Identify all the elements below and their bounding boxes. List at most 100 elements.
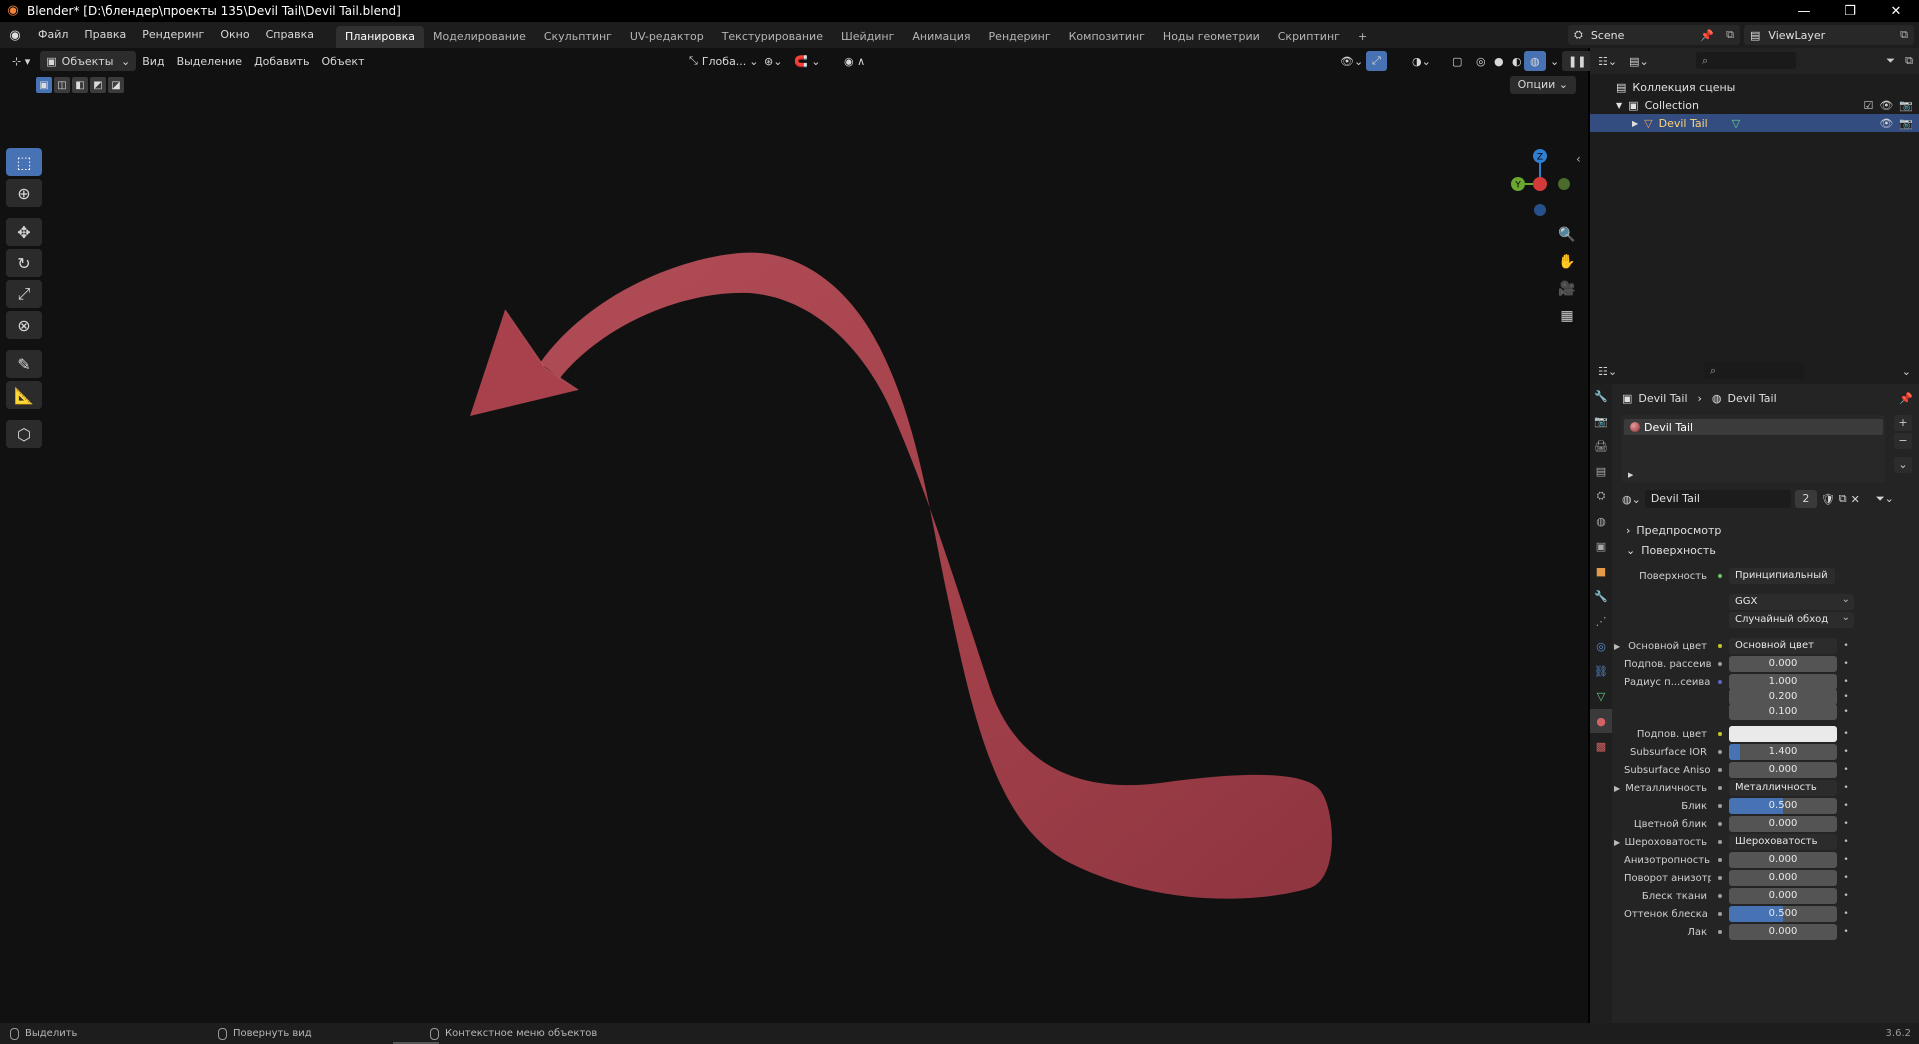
tool-tab-icon[interactable]: 🔧 [1590, 384, 1612, 408]
bsdf-input-field[interactable]: 0.000 [1729, 870, 1837, 886]
chevron-right-icon[interactable]: ▶ [1628, 471, 1633, 479]
editor-type-button[interactable]: ⊹ ▾ [6, 51, 36, 71]
bsdf-input-field[interactable]: 0.500 [1729, 798, 1837, 814]
collection-tab-icon[interactable]: ▣ [1590, 534, 1612, 558]
constraints-tab-icon[interactable]: ⛓ [1590, 659, 1612, 683]
output-tab-icon[interactable]: 🖨 [1590, 434, 1612, 458]
keyframe-dot-icon[interactable]: • [1841, 783, 1851, 793]
xray-toggle[interactable]: ▢ [1446, 51, 1468, 71]
input-socket-icon[interactable] [1715, 729, 1725, 739]
tab-geometry-nodes[interactable]: Ноды геометрии [1154, 26, 1269, 48]
new-view-layer-icon[interactable]: ⧉ [1900, 28, 1908, 42]
outliner-row-collection[interactable]: ▼ ▣ Collection ☑ 👁 📷 [1590, 96, 1919, 114]
camera-icon[interactable]: 🎥 [1555, 277, 1579, 301]
bsdf-input-field[interactable]: 0.000 [1729, 852, 1837, 868]
snap-button[interactable]: 🧲 ⌄ [788, 51, 826, 71]
bsdf-input-field[interactable]: 1.000 [1729, 674, 1837, 690]
keyframe-dot-icon[interactable]: • [1841, 801, 1851, 811]
maximize-button[interactable]: ❐ [1827, 0, 1873, 22]
tab-sculpting[interactable]: Скульптинг [535, 26, 621, 48]
rotate-icon[interactable]: ↻ [6, 249, 42, 277]
bsdf-input-field[interactable]: Металличность [1729, 780, 1837, 796]
tab-scripting[interactable]: Скриптинг [1269, 26, 1349, 48]
pin-icon[interactable]: 📌 [1700, 29, 1714, 42]
modifier-tab-icon[interactable]: 🔧 [1590, 584, 1612, 608]
input-socket-icon[interactable] [1715, 659, 1725, 669]
transform-icon[interactable]: ⊗ [6, 311, 42, 339]
bsdf-input-field[interactable]: 0.000 [1729, 762, 1837, 778]
add-slot-button[interactable]: + [1894, 415, 1912, 431]
gizmo-neg-y-axis[interactable] [1558, 178, 1570, 190]
tab-animation[interactable]: Анимация [903, 26, 979, 48]
keyframe-dot-icon[interactable]: • [1841, 747, 1851, 757]
new-scene-icon[interactable]: ⧉ [1726, 28, 1734, 42]
input-socket-icon[interactable] [1715, 801, 1725, 811]
view-layer-tab-icon[interactable]: ▤ [1590, 459, 1612, 483]
bsdf-input-field[interactable]: 1.400 [1729, 744, 1837, 760]
chevron-right-icon[interactable]: ▶ [1632, 119, 1638, 128]
tab-modeling[interactable]: Моделирование [424, 26, 535, 48]
scene-selector[interactable]: ⛭ Scene 📌 ⧉ [1568, 25, 1740, 45]
object-tab-icon[interactable]: ■ [1590, 559, 1612, 583]
menu-object[interactable]: Объект [315, 51, 370, 71]
duplicate-material-icon[interactable]: ⧉ [1839, 492, 1847, 506]
expand-arrow-icon[interactable]: ▶ [1614, 784, 1624, 793]
bsdf-input-field[interactable]: Шероховатость [1729, 834, 1837, 850]
devil-tail-mesh[interactable] [540, 252, 1332, 899]
overlay-button[interactable]: ◑⌄ [1406, 51, 1437, 71]
input-socket-icon[interactable] [1715, 927, 1725, 937]
options-dropdown[interactable]: Опции ⌄ [1509, 76, 1576, 94]
blender-menu-icon[interactable]: ◉ [0, 28, 30, 43]
select-invert-icon[interactable]: ◩ [90, 77, 106, 93]
input-socket-icon[interactable] [1715, 783, 1725, 793]
input-socket-icon[interactable] [1715, 855, 1725, 865]
expand-arrow-icon[interactable]: ▶ [1614, 838, 1624, 847]
eye-icon[interactable]: 👁 [1879, 117, 1893, 130]
pause-render-button[interactable]: ❚❚ [1562, 51, 1593, 71]
render-tab-icon[interactable]: 📷 [1590, 409, 1612, 433]
keyframe-dot-icon[interactable]: • [1841, 659, 1851, 669]
new-collection-icon[interactable]: ⧉ [1905, 54, 1913, 68]
outliner-row-scene-collection[interactable]: ▤ Коллекция сцены [1590, 78, 1919, 96]
material-slot-item[interactable]: Devil Tail [1624, 419, 1883, 435]
input-socket-icon[interactable] [1715, 765, 1725, 775]
shading-rendered[interactable]: ◍ [1524, 51, 1546, 71]
keyframe-dot-icon[interactable]: • [1841, 837, 1851, 847]
tab-compositing[interactable]: Композитинг [1060, 26, 1154, 48]
measure-icon[interactable]: 📐 [6, 381, 42, 409]
particles-tab-icon[interactable]: ⋰ [1590, 609, 1612, 633]
select-box-icon[interactable]: ⬚ [6, 148, 42, 176]
viewport-canvas[interactable] [0, 48, 1588, 1023]
zoom-icon[interactable]: 🔍 [1555, 223, 1579, 247]
select-subtract-icon[interactable]: ◧ [72, 77, 88, 93]
input-socket-icon[interactable] [1715, 837, 1725, 847]
filter-icon[interactable]: ⏷ [1886, 54, 1895, 68]
exclude-checkbox-icon[interactable]: ☑ [1863, 99, 1873, 112]
proportional-edit-button[interactable]: ◉ ∧ [838, 51, 871, 71]
gizmo-toggle[interactable]: ⤢ [1366, 51, 1387, 71]
cursor-icon[interactable]: ⊕ [6, 179, 42, 207]
gizmo-neg-z-axis[interactable] [1534, 204, 1546, 216]
mesh-data-icon[interactable]: ▽ [1732, 117, 1740, 130]
input-socket-icon[interactable] [1715, 747, 1725, 757]
menu-edit[interactable]: Правка [76, 22, 134, 48]
shader-socket-icon[interactable] [1715, 571, 1725, 581]
outliner-row-devil-tail[interactable]: ▶ ▽ Devil Tail ▽ 👁 📷 [1590, 114, 1919, 132]
gizmo-x-axis[interactable] [1533, 177, 1547, 191]
pin-icon[interactable]: 📌 [1899, 392, 1913, 405]
input-socket-icon[interactable] [1715, 641, 1725, 651]
preview-panel-header[interactable]: › Предпросмотр [1618, 520, 1918, 540]
chevron-left-icon[interactable]: ‹ [1576, 152, 1581, 166]
eye-icon[interactable]: 👁 [1879, 99, 1893, 112]
menu-add[interactable]: Добавить [248, 51, 315, 71]
minimize-button[interactable]: — [1781, 0, 1827, 22]
chevron-down-icon[interactable]: ▼ [1616, 101, 1622, 110]
bsdf-input-field[interactable]: 0.500 [1729, 906, 1837, 922]
3d-viewport[interactable]: ⊹ ▾ ▣ Объекты ⌄ Вид Выделение Добавить О… [0, 48, 1593, 1023]
input-socket-icon[interactable] [1715, 909, 1725, 919]
tab-layout[interactable]: Планировка [336, 26, 425, 48]
close-button[interactable]: ✕ [1873, 0, 1919, 22]
render-camera-icon[interactable]: 📷 [1899, 99, 1913, 112]
select-new-icon[interactable]: ▣ [36, 77, 52, 93]
keyframe-dot-icon[interactable]: • [1841, 909, 1851, 919]
